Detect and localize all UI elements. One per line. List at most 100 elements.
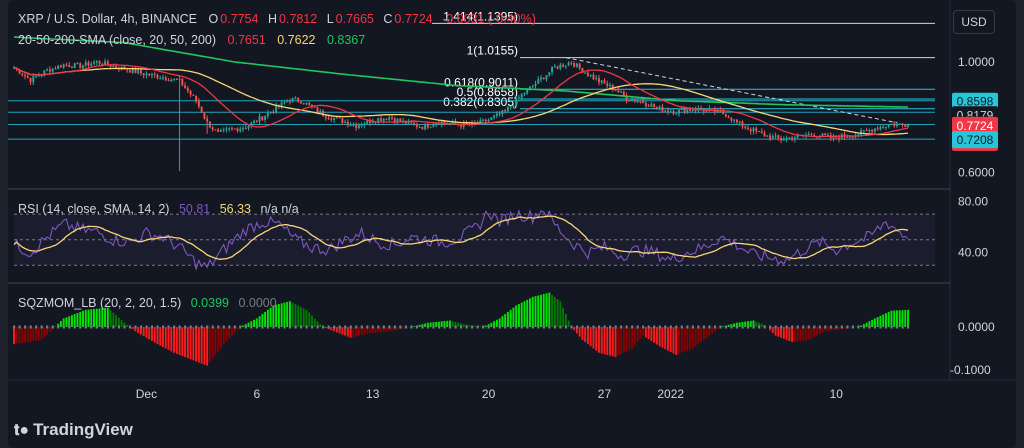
candle-body [509, 106, 512, 108]
sqz-histogram-bar [727, 324, 730, 327]
candle-body [156, 74, 159, 79]
sqz-legend[interactable]: SQZMOM_LB (20, 2, 20, 1.5) 0.0399 0.0000 [18, 296, 279, 310]
sqz-histogram-bar [606, 327, 609, 355]
candle-body [636, 101, 639, 103]
sqz-zero-dot [675, 325, 678, 329]
sqz-zero-dot [432, 325, 435, 329]
sqz-histogram-bar [609, 327, 611, 356]
candle-body [98, 61, 101, 64]
candle-body [777, 135, 780, 139]
candle-body [338, 117, 341, 119]
sqz-histogram-bar [59, 321, 62, 327]
candle-body [512, 105, 515, 107]
sqz-histogram-bar [462, 324, 465, 327]
candle-body [711, 108, 714, 110]
candle-body [195, 95, 198, 101]
sqz-zero-dot [57, 325, 60, 329]
sqz-histogram-bar [418, 324, 421, 327]
sqz-zero-dot [846, 325, 849, 329]
sqz-histogram-bar [495, 319, 498, 327]
sqz-zero-dot [128, 325, 132, 329]
sqz-histogram-bar [622, 327, 625, 353]
sqz-histogram-bar [90, 309, 93, 327]
sqz-histogram-bar [396, 327, 399, 330]
sqz-histogram-bar [228, 327, 231, 339]
rsi-legend[interactable]: RSI (14, close, SMA, 14, 2) 50.81 56.33 … [18, 202, 301, 216]
candle-body [606, 83, 609, 87]
candle-body [628, 100, 631, 102]
candle-body [233, 128, 236, 130]
price-tick-label: 1.0000 [958, 55, 995, 69]
candle-body [553, 66, 556, 68]
sqz-zero-dot [658, 325, 661, 329]
sqz-histogram-bar [531, 296, 534, 327]
candle-body [219, 130, 222, 132]
sqz-zero-dot [890, 325, 893, 329]
sqz-histogram-bar [551, 294, 554, 327]
candle-body [327, 117, 330, 119]
sqz-histogram-bar [520, 302, 523, 327]
sqz-histogram-bar [653, 327, 656, 343]
candle-body [62, 64, 65, 68]
sqz-histogram-bar [529, 298, 531, 327]
candle-body [112, 65, 115, 67]
sqz-histogram-bar [40, 327, 43, 340]
candle-body [840, 134, 843, 140]
sqz-zero-dot [426, 325, 430, 329]
sqz-histogram-bar [319, 324, 322, 327]
candle-body [896, 123, 898, 126]
sqz-histogram-bar [73, 314, 76, 327]
sqz-histogram-bar [98, 308, 101, 327]
sqz-zero-dot [559, 325, 562, 329]
sqz-zero-dot [636, 325, 639, 329]
sqz-histogram-bar [385, 327, 388, 332]
sqz-histogram-bar [21, 327, 24, 343]
sqz-histogram-bar [429, 322, 432, 327]
sqz-histogram-bar [374, 327, 377, 333]
candle-body [780, 138, 783, 141]
sqz-zero-dot [366, 325, 369, 329]
sqz-histogram-bar [225, 327, 228, 342]
sqz-zero-dot [288, 325, 292, 329]
candle-body [319, 110, 322, 113]
candle-body [730, 118, 733, 121]
candle-body [269, 112, 272, 114]
sqz-histogram-bar [586, 327, 589, 345]
sqz-histogram-bar [266, 309, 269, 327]
sqz-histogram-bar [849, 327, 852, 329]
sqz-zero-dot [399, 325, 402, 329]
sqz-histogram-bar [689, 327, 691, 350]
currency-button[interactable]: USD [953, 10, 995, 34]
candle-body [586, 72, 589, 76]
price-chart-canvas[interactable]: 1.414(1.1395)1(1.0155)0.618(0.9011)0.5(0… [0, 0, 1024, 448]
sqz-histogram-bar [515, 305, 518, 327]
sqz-zero-dot [233, 325, 236, 329]
candle-body [258, 116, 261, 122]
candle-body [708, 108, 711, 110]
sqz-zero-dot [769, 325, 772, 329]
candle-body [286, 101, 289, 103]
sqz-zero-dot [829, 325, 832, 329]
sqz-zero-dot [443, 325, 446, 329]
candle-body [862, 130, 865, 132]
sqz-histogram-bar [680, 327, 683, 353]
sqz-histogram-bar [807, 327, 810, 340]
sqz-zero-dot [333, 325, 336, 329]
sqz-zero-dot [724, 325, 728, 329]
time-axis-label: Dec [136, 387, 157, 401]
candle-body [484, 119, 487, 122]
sqz-histogram-bar [799, 327, 802, 341]
sqz-zero-dot [509, 325, 512, 329]
sma-label: 20-50-200-SMA (close, 20, 50, 200) [18, 33, 217, 47]
sqz-histogram-bar [644, 327, 647, 338]
sqz-histogram-bar [424, 323, 427, 327]
tradingview-logo[interactable]: 𝐭● TradingView [14, 420, 133, 440]
candle-body [153, 73, 156, 75]
sqz-zero-dot [90, 325, 93, 329]
candle-body [255, 120, 258, 122]
sma200-value: 0.8367 [326, 33, 366, 47]
candle-body [385, 118, 388, 120]
sma-legend[interactable]: 20-50-200-SMA (close, 20, 50, 200) 0.765… [18, 33, 367, 47]
candle-body [556, 66, 559, 69]
sqz-zero-dot [217, 325, 220, 329]
